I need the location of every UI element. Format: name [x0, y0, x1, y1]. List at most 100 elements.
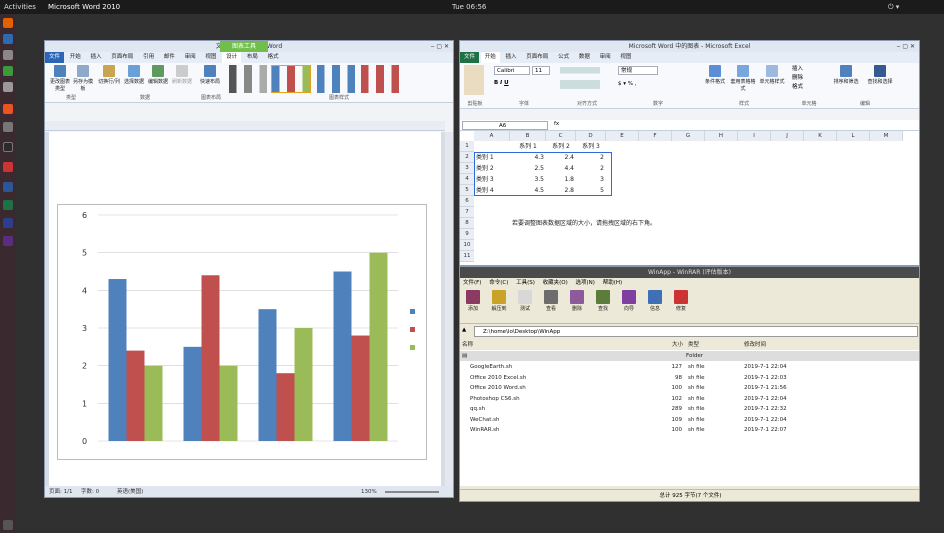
- fx-icon[interactable]: fx: [554, 121, 559, 127]
- tab-insert[interactable]: 插入: [87, 52, 106, 63]
- tab-formulas[interactable]: 公式: [554, 52, 573, 63]
- find-button[interactable]: 查找: [592, 290, 614, 312]
- extract-button[interactable]: 解压到: [488, 290, 510, 312]
- tab-data[interactable]: 数据: [575, 52, 594, 63]
- bar-2-4[interactable]: [351, 335, 370, 441]
- number-format-select[interactable]: 常规: [618, 66, 658, 75]
- app-icon[interactable]: [3, 66, 13, 76]
- excel-icon[interactable]: [3, 200, 13, 210]
- col-name[interactable]: 名称: [462, 340, 473, 350]
- firefox-icon[interactable]: [3, 18, 13, 28]
- row-header[interactable]: 10: [460, 240, 474, 251]
- app-icon[interactable]: [3, 82, 13, 92]
- column-header[interactable]: D: [576, 131, 606, 141]
- window-controls[interactable]: ‒ ▢ ✕: [431, 41, 449, 52]
- change-chart-type-button[interactable]: 更改图表类型: [49, 65, 71, 92]
- column-header[interactable]: A: [474, 131, 510, 141]
- bar-2-3[interactable]: [276, 373, 295, 441]
- file-row[interactable]: WeChat.sh 109 sh file 2019-7-1 22:04: [460, 415, 919, 425]
- currency-button[interactable]: $ ▾ % ,: [618, 81, 636, 87]
- row-header[interactable]: 3: [460, 163, 474, 174]
- bar-3-3[interactable]: [294, 328, 313, 441]
- edit-data-button[interactable]: 编辑数据: [147, 65, 169, 85]
- file-row[interactable]: qq.sh 289 sh file 2019-7-1 22:32: [460, 404, 919, 414]
- tab-layout[interactable]: 页面布局: [522, 52, 552, 63]
- activities-button[interactable]: Activities: [4, 0, 36, 14]
- tab-view[interactable]: 视图: [616, 52, 635, 63]
- app-icon[interactable]: [3, 122, 13, 132]
- menu-options[interactable]: 选项(N): [573, 278, 598, 288]
- alignment-icons[interactable]: [560, 67, 600, 89]
- col-type[interactable]: 类型: [688, 340, 699, 350]
- column-header[interactable]: G: [672, 131, 705, 141]
- column-header[interactable]: M: [870, 131, 903, 141]
- software-center-icon[interactable]: [3, 104, 13, 114]
- app-icon[interactable]: [3, 236, 13, 246]
- style-option[interactable]: [361, 65, 399, 93]
- resize-note[interactable]: 若要调整图表数据区域的大小，请拖拽区域的右下角。: [512, 218, 812, 229]
- tab-file[interactable]: 文件: [460, 52, 480, 63]
- row-header[interactable]: 8: [460, 218, 474, 229]
- tab-review[interactable]: 审阅: [596, 52, 615, 63]
- terminal-icon[interactable]: [3, 142, 13, 152]
- cell[interactable]: 系列 3: [578, 141, 604, 152]
- tab-home[interactable]: 开始: [480, 52, 500, 63]
- tab-review[interactable]: 审阅: [181, 52, 200, 63]
- tab-layout[interactable]: 页面布局: [107, 52, 137, 63]
- select-data-button[interactable]: 选择数据: [123, 65, 145, 85]
- data-range-outline[interactable]: [474, 152, 612, 196]
- tab-view[interactable]: 视图: [201, 52, 220, 63]
- refresh-data-button[interactable]: 刷新数据: [171, 65, 193, 85]
- wizard-button[interactable]: 向导: [618, 290, 640, 312]
- format-cells-button[interactable]: 格式: [792, 83, 803, 92]
- column-header[interactable]: L: [837, 131, 870, 141]
- column-chart[interactable]: 0 1 2 3 4 5 6: [58, 205, 428, 461]
- bar-2-2[interactable]: [201, 275, 220, 441]
- delete-button[interactable]: 删除: [566, 290, 588, 312]
- col-modified[interactable]: 修改时间: [744, 340, 766, 350]
- menu-commands[interactable]: 命令(C): [486, 278, 511, 288]
- font-size-select[interactable]: 11: [532, 66, 550, 75]
- cell[interactable]: 系列 2: [548, 141, 574, 152]
- test-button[interactable]: 测试: [514, 290, 536, 312]
- up-folder-icon[interactable]: ▲: [462, 327, 466, 333]
- row-header[interactable]: 11: [460, 251, 474, 262]
- table-format-button[interactable]: 套用表格格式: [730, 65, 756, 92]
- tab-file[interactable]: 文件: [45, 52, 65, 63]
- vertical-scrollbar[interactable]: [445, 132, 453, 486]
- column-header[interactable]: K: [804, 131, 837, 141]
- column-header[interactable]: C: [546, 131, 576, 141]
- find-select-button[interactable]: 查找和选择: [864, 65, 896, 85]
- file-row[interactable]: Photoshop CS6.sh 102 sh file 2019-7-1 22:04: [460, 394, 919, 404]
- save-template-button[interactable]: 另存为模板: [73, 65, 93, 92]
- info-button[interactable]: 信息: [644, 290, 666, 312]
- spreadsheet-grid[interactable]: A B C D E F G H I J K L M 1 2 3 4 5 6 7 8 9 10 11 系列 1 系列 2 系列 3 类别…: [460, 131, 919, 265]
- chart-styles-gallery[interactable]: [229, 65, 449, 93]
- switch-row-col-button[interactable]: 切换行/列: [97, 65, 121, 85]
- column-header[interactable]: H: [705, 131, 738, 141]
- menu-help[interactable]: 帮助(H): [600, 278, 625, 288]
- file-row[interactable]: Office 2010 Word.sh 100 sh file 2019-7-1 21…: [460, 383, 919, 393]
- add-button[interactable]: 添加: [462, 290, 484, 312]
- bar-1-1[interactable]: [108, 279, 127, 441]
- active-app-name[interactable]: Microsoft Word 2010: [48, 0, 120, 14]
- col-size[interactable]: 大小: [672, 340, 683, 350]
- bar-1-3[interactable]: [258, 309, 277, 441]
- tab-insert[interactable]: 插入: [502, 52, 521, 63]
- cell-style-button[interactable]: 单元格样式: [758, 65, 786, 85]
- row-header[interactable]: 4: [460, 174, 474, 185]
- tab-references[interactable]: 引用: [139, 52, 158, 63]
- paste-icon[interactable]: [464, 65, 484, 95]
- bar-3-2[interactable]: [219, 365, 238, 441]
- row-header[interactable]: 5: [460, 185, 474, 196]
- column-header[interactable]: F: [639, 131, 672, 141]
- tab-home[interactable]: 开始: [66, 52, 85, 63]
- repair-button[interactable]: 修复: [670, 290, 692, 312]
- row-header[interactable]: 9: [460, 229, 474, 240]
- file-row[interactable]: Office 2010 Excel.sh 98 sh file 2019-7-1 22…: [460, 373, 919, 383]
- tab-design[interactable]: 设计: [222, 52, 242, 63]
- file-row[interactable]: WinRAR.sh 100 sh file 2019-7-1 22:07: [460, 425, 919, 435]
- bar-1-4[interactable]: [333, 271, 352, 442]
- language[interactable]: 英语(美国): [117, 486, 143, 497]
- column-header[interactable]: J: [771, 131, 804, 141]
